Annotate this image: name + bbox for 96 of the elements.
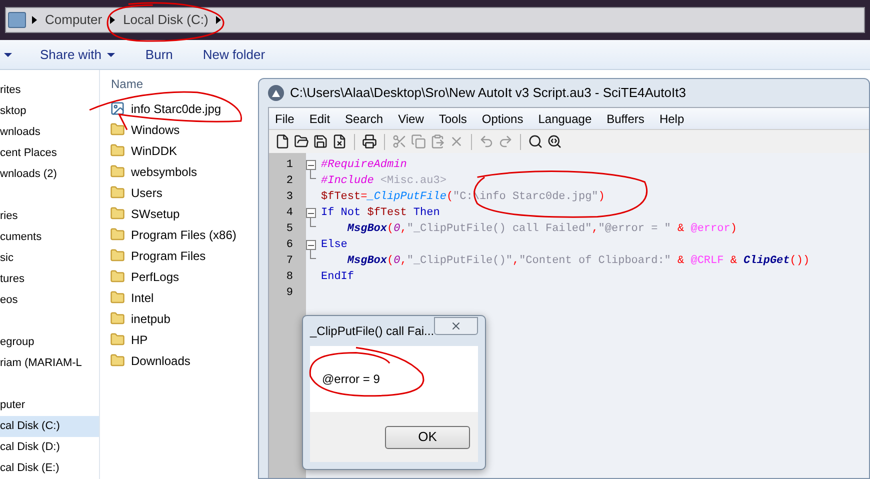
file-name[interactable]: Program Files <box>131 246 206 264</box>
nav-item[interactable]: wnloads (2) <box>0 164 99 185</box>
folder-icon <box>110 311 125 326</box>
nav-item[interactable]: egroup <box>0 332 99 353</box>
folder-icon <box>110 248 125 263</box>
nav-item[interactable]: eos <box>0 290 99 311</box>
nav-item[interactable]: ries <box>0 206 99 227</box>
toolbar-button[interactable]: Share with <box>40 44 116 64</box>
folder-icon <box>110 164 125 179</box>
line-number: 1 <box>286 158 293 173</box>
dialog-message: @error = 9 <box>322 371 380 388</box>
nav-item[interactable]: riam (MARIAM-L <box>0 353 99 374</box>
file-name[interactable]: Downloads <box>131 352 190 370</box>
dropdown-caret-icon <box>107 52 116 56</box>
menu-item[interactable]: Options <box>482 110 524 128</box>
menu-item[interactable]: Buffers <box>606 110 644 128</box>
ok-button[interactable]: OK <box>385 426 470 448</box>
menu-item[interactable]: Tools <box>438 110 467 128</box>
chevron-icon[interactable] <box>32 16 37 24</box>
nav-item[interactable]: tures <box>0 269 99 290</box>
folder-icon <box>110 269 125 284</box>
nav-item[interactable]: rites <box>0 80 99 101</box>
address-bar[interactable]: Computer Local Disk (C:) <box>5 7 865 33</box>
nav-item[interactable]: sic <box>0 248 99 269</box>
menu-item[interactable]: Help <box>659 110 684 128</box>
file-name[interactable]: Program Files (x86) <box>131 226 236 244</box>
file-name[interactable]: inetpub <box>131 310 170 328</box>
fold-marker-icon[interactable] <box>306 240 316 250</box>
app-logo-icon <box>268 85 284 101</box>
folder-icon <box>110 332 125 347</box>
code-line: #Include <Misc.au3> <box>321 174 446 189</box>
folder-icon <box>110 122 125 137</box>
fold-marker-icon[interactable] <box>306 160 316 170</box>
folder-icon <box>110 143 125 158</box>
file-name[interactable]: HP <box>131 330 148 348</box>
nav-item[interactable]: cal Disk (D:) <box>0 437 99 458</box>
image-file-icon <box>110 101 125 116</box>
file-name[interactable]: PerfLogs <box>131 268 180 286</box>
menu-item[interactable]: Edit <box>309 110 330 128</box>
toolbar-button[interactable]: Burn <box>145 44 173 64</box>
code-line: EndIf <box>321 270 354 285</box>
dialog-title: _ClipPutFile() call Fai... <box>310 323 434 340</box>
folder-icon <box>110 227 125 242</box>
breadcrumb-item[interactable]: Computer <box>43 10 104 30</box>
search-icon[interactable] <box>528 134 543 149</box>
line-number: 9 <box>286 286 293 301</box>
folder-icon <box>110 353 125 368</box>
chevron-icon[interactable] <box>216 16 222 24</box>
new-file-icon[interactable] <box>275 134 290 149</box>
menu-item[interactable]: Language <box>538 110 592 128</box>
code-line: MsgBox(0,"_ClipPutFile() call Failed","@error = " & @error) <box>346 222 737 237</box>
folder-icon <box>110 290 125 305</box>
menu-item[interactable]: Search <box>345 110 384 128</box>
nav-item[interactable]: cal Disk (E:) <box>0 458 99 479</box>
dropdown-caret-icon[interactable] <box>4 52 12 56</box>
menu-item[interactable]: View <box>398 110 424 128</box>
line-number: 5 <box>286 222 293 237</box>
folder-icon <box>110 185 125 200</box>
code-line: #RequireAdmin <box>321 158 407 173</box>
code-line: MsgBox(0,"_ClipPutFile()","Content of Clipboard:" & @CRLF & ClipGet()) <box>346 254 810 269</box>
file-name[interactable]: WinDDK <box>131 142 178 160</box>
close-button[interactable] <box>434 317 478 335</box>
nav-item[interactable]: cuments <box>0 227 99 248</box>
file-name[interactable]: Windows <box>131 120 180 138</box>
print-icon[interactable] <box>362 134 377 149</box>
find-replace-icon[interactable] <box>547 134 562 149</box>
menu-item[interactable]: File <box>275 110 294 128</box>
fold-marker-icon[interactable] <box>306 208 316 218</box>
close-file-icon[interactable] <box>332 134 347 149</box>
column-header[interactable]: Name <box>110 74 258 94</box>
code-line: Else <box>321 238 348 253</box>
line-number: 4 <box>286 206 293 221</box>
file-name[interactable]: SWsetup <box>131 204 180 222</box>
nav-item[interactable]: cent Places <box>0 143 99 164</box>
file-name[interactable]: Intel <box>131 288 154 306</box>
nav-item[interactable]: cal Disk (C:) <box>0 416 99 437</box>
code-line: If Not $fTest Then <box>321 206 440 221</box>
line-number: 7 <box>286 254 293 269</box>
file-name[interactable]: Users <box>131 184 162 202</box>
breadcrumb-item[interactable]: Local Disk (C:) <box>121 10 210 30</box>
folder-icon <box>110 206 125 221</box>
line-number: 2 <box>286 174 293 189</box>
line-number: 8 <box>286 270 293 285</box>
toolbar-button[interactable]: New folder <box>202 44 266 64</box>
nav-item[interactable]: sktop <box>0 101 99 122</box>
open-folder-icon[interactable] <box>294 134 309 149</box>
line-number: 3 <box>286 190 293 205</box>
file-name[interactable]: info Starc0de.jpg <box>131 100 222 118</box>
nav-item[interactable]: wnloads <box>0 122 99 143</box>
close-icon <box>450 320 462 332</box>
save-icon[interactable] <box>313 134 328 149</box>
chevron-icon[interactable] <box>110 16 116 24</box>
file-name[interactable]: websymbols <box>131 162 198 180</box>
window-title: C:\Users\Alaa\Desktop\Sro\New AutoIt v3 Script.au3 - SciTE4AutoIt3 <box>290 84 686 102</box>
line-number: 6 <box>286 238 293 253</box>
nav-item[interactable]: puter <box>0 395 99 416</box>
